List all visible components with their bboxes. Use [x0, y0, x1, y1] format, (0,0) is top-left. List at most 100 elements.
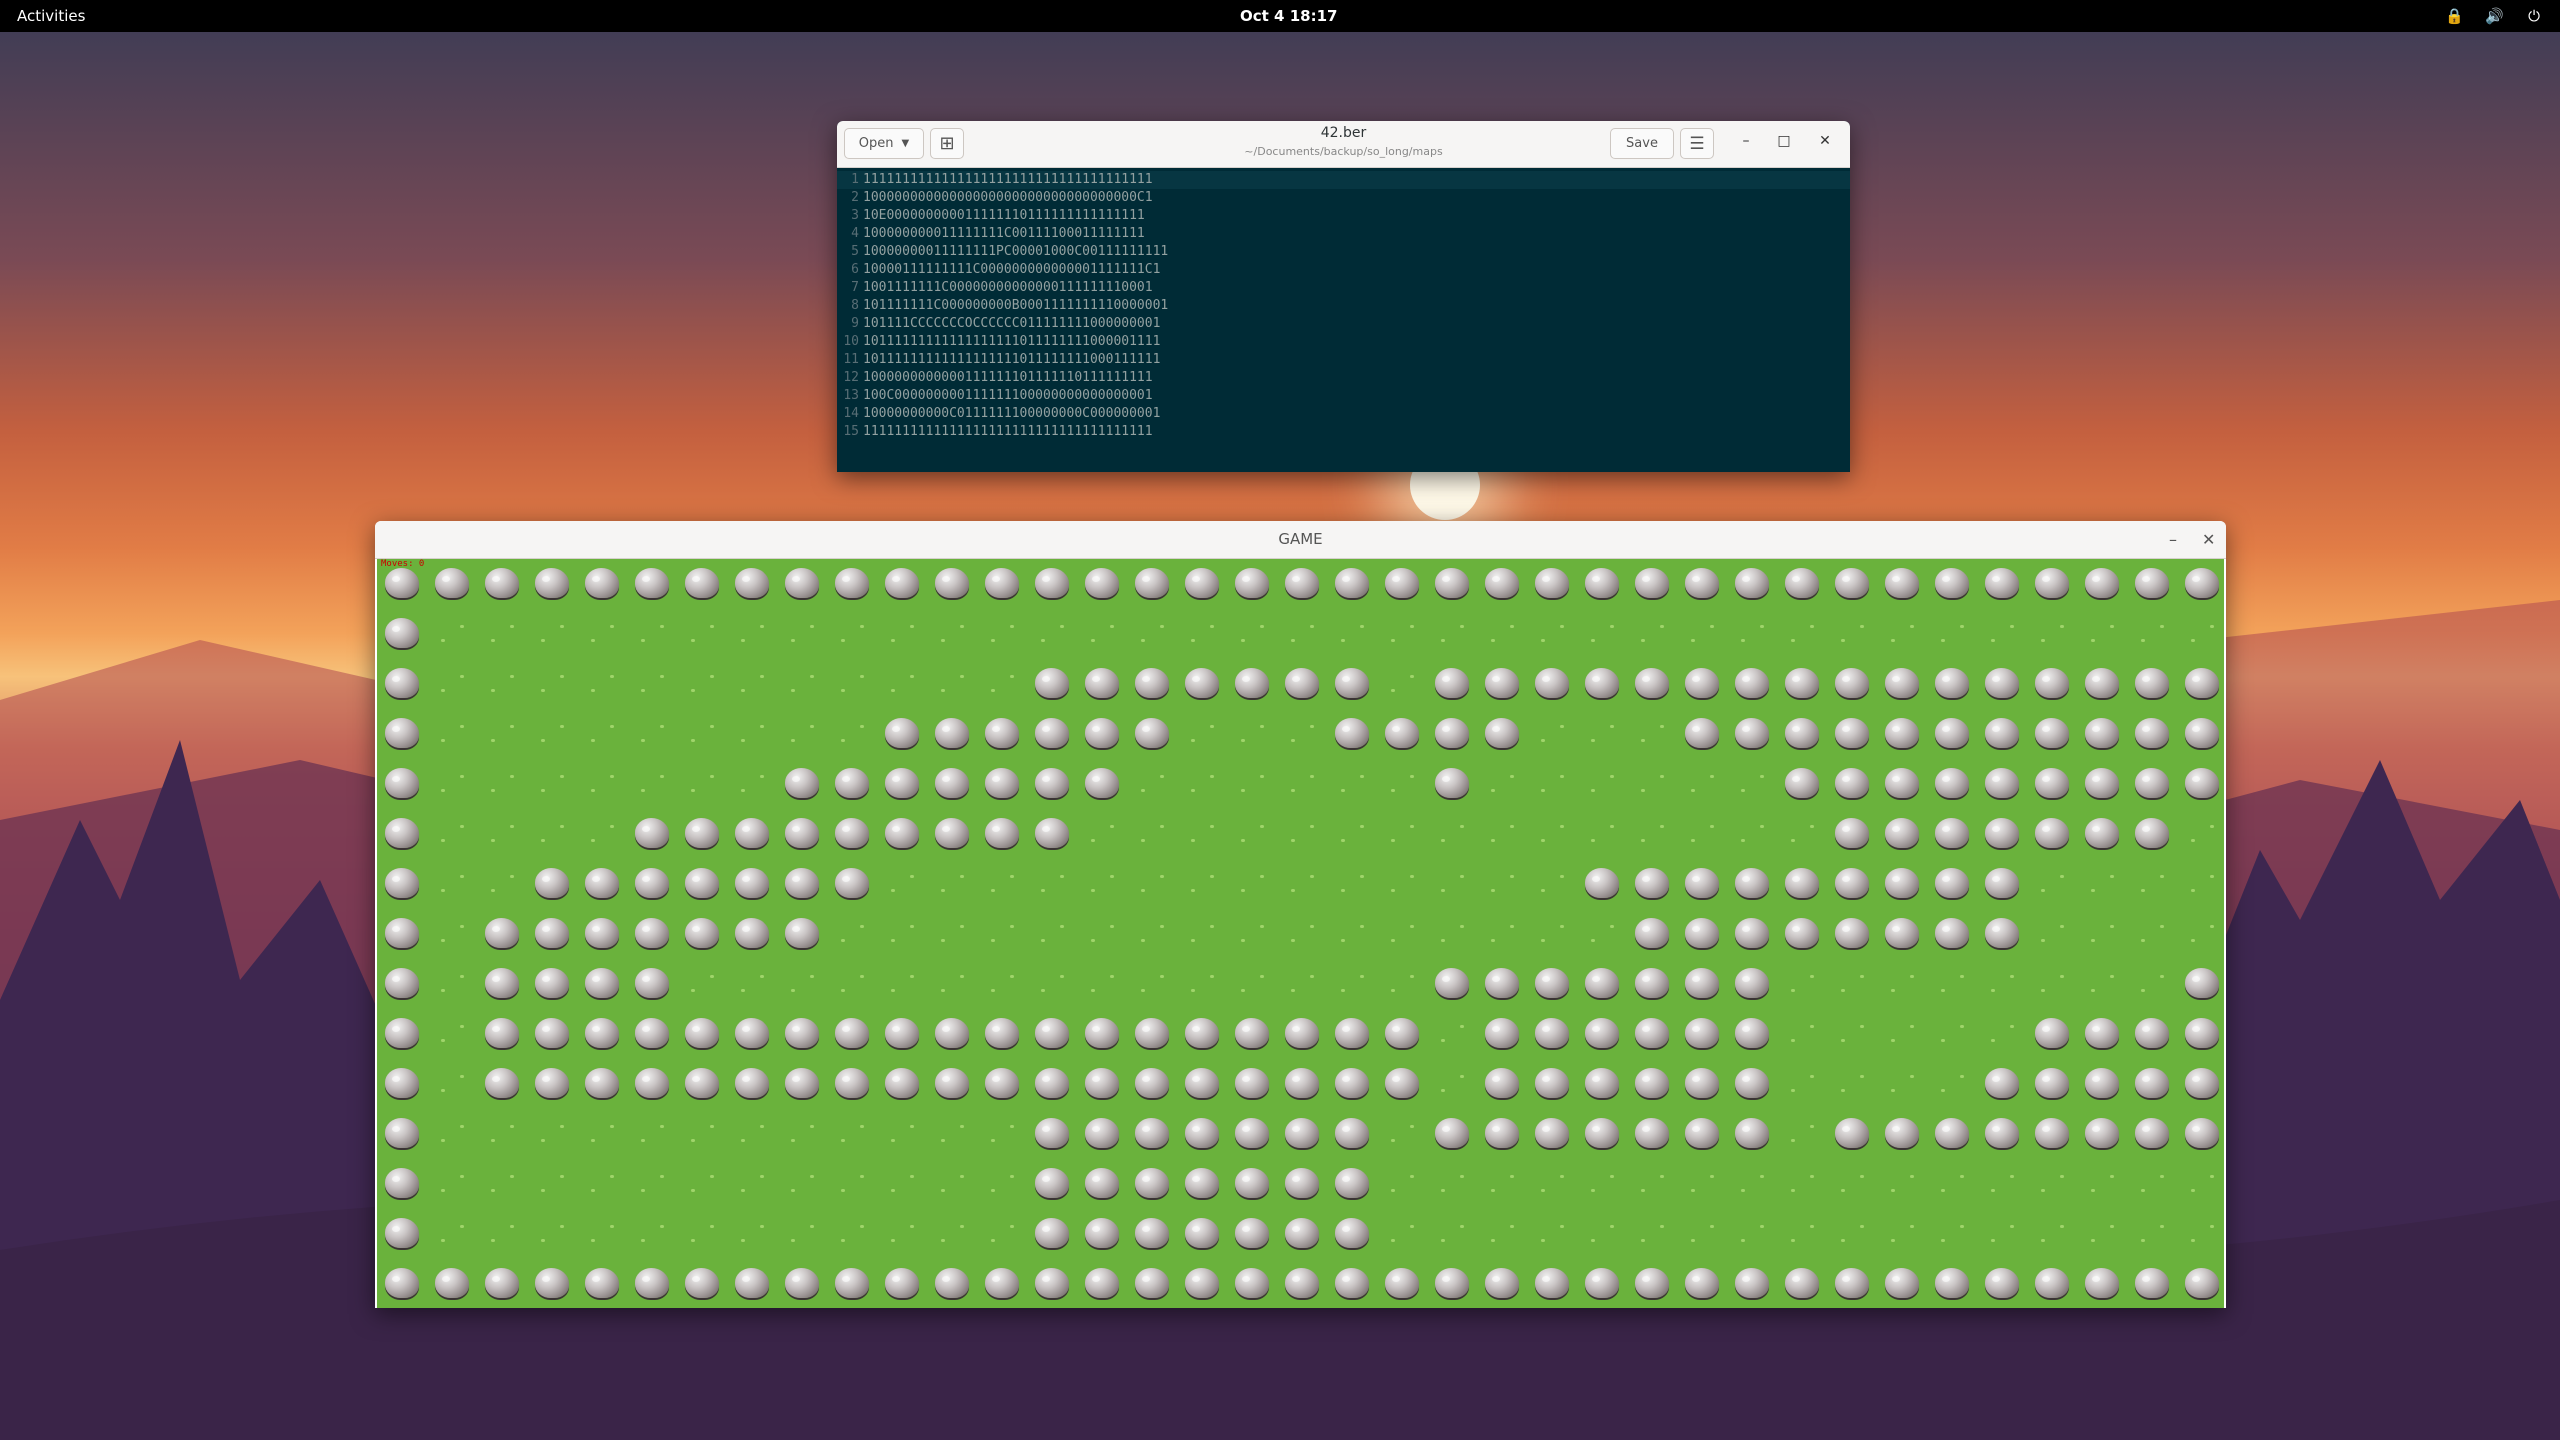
- grass-tile: [1727, 1159, 1777, 1209]
- grass-tile: [1027, 909, 1077, 959]
- grass-tile: [2127, 609, 2177, 659]
- hamburger-menu-button[interactable]: ☰: [1680, 128, 1714, 159]
- grass-tile: [2127, 859, 2177, 909]
- rock-tile: [1227, 1109, 1277, 1159]
- grass-tile: [427, 1109, 477, 1159]
- rock-tile: [1627, 959, 1677, 1009]
- grass-tile: [477, 709, 527, 759]
- grass-tile: [977, 859, 1027, 909]
- game-map[interactable]: Moves: 0: [377, 559, 2224, 1308]
- rock-tile: [1077, 1259, 1127, 1308]
- rock-tile: [927, 709, 977, 759]
- rock-tile: [2077, 709, 2127, 759]
- grass-tile: [1277, 809, 1327, 859]
- rock-tile: [627, 809, 677, 859]
- rock-tile: [1577, 1109, 1627, 1159]
- grass-tile: [1377, 1109, 1427, 1159]
- grass-tile: [1777, 1109, 1827, 1159]
- rock-tile: [1677, 909, 1727, 959]
- grass-tile: [1777, 1159, 1827, 1209]
- rock-tile: [527, 559, 577, 609]
- rock-tile: [1327, 659, 1377, 709]
- line-number: 6: [851, 262, 859, 277]
- grass-tile: [577, 659, 627, 709]
- rock-tile: [2127, 759, 2177, 809]
- grass-tile: [727, 759, 777, 809]
- grass-tile: [577, 809, 627, 859]
- grass-tile: [1227, 759, 1277, 809]
- rock-tile: [1027, 1159, 1077, 1209]
- game-minimize-button[interactable]: –: [2169, 530, 2177, 549]
- rock-tile: [1727, 1109, 1777, 1159]
- grass-tile: [1327, 809, 1377, 859]
- close-button[interactable]: ✕: [1815, 133, 1835, 149]
- rock-tile: [377, 709, 427, 759]
- rock-tile: [1727, 959, 1777, 1009]
- grass-tile: [1377, 759, 1427, 809]
- grass-tile: [727, 609, 777, 659]
- rock-tile: [1977, 809, 2027, 859]
- rock-tile: [1077, 1059, 1127, 1109]
- rock-tile: [1877, 809, 1927, 859]
- rock-tile: [1127, 1209, 1177, 1259]
- rock-tile: [1277, 659, 1327, 709]
- grass-tile: [527, 809, 577, 859]
- grass-tile: [1927, 959, 1977, 1009]
- rock-tile: [1927, 809, 1977, 859]
- rock-tile: [1627, 909, 1677, 959]
- rock-tile: [1727, 1009, 1777, 1059]
- minimize-button[interactable]: –: [1736, 133, 1756, 149]
- grass-tile: [777, 1109, 827, 1159]
- rock-tile: [1777, 559, 1827, 609]
- grass-tile: [527, 1109, 577, 1159]
- rock-tile: [927, 1059, 977, 1109]
- rock-tile: [1227, 1259, 1277, 1308]
- rock-tile: [577, 1009, 627, 1059]
- grass-tile: [1927, 1059, 1977, 1109]
- rock-tile: [527, 909, 577, 959]
- grass-tile: [827, 1109, 877, 1159]
- text-editor-window[interactable]: Open ▼ ⊞ 42.ber ~/Documents/backup/so_lo…: [837, 121, 1850, 472]
- grass-tile: [777, 609, 827, 659]
- rock-tile: [727, 1009, 777, 1059]
- grass-tile: [1477, 1209, 1527, 1259]
- grass-tile: [1827, 959, 1877, 1009]
- game-window[interactable]: GAME – ✕ Moves: 0: [375, 521, 2226, 1308]
- rock-tile: [527, 959, 577, 1009]
- grass-tile: [1577, 709, 1627, 759]
- rock-tile: [1127, 1059, 1177, 1109]
- maximize-button[interactable]: □: [1774, 133, 1794, 149]
- rock-tile: [1127, 1109, 1177, 1159]
- save-button[interactable]: Save: [1610, 128, 1674, 159]
- rock-tile: [1477, 1009, 1527, 1059]
- rock-tile: [977, 759, 1027, 809]
- rock-tile: [727, 859, 777, 909]
- rock-tile: [1727, 709, 1777, 759]
- editor-text-area[interactable]: 1 2 3 4 5 6 7 8 9 10 11 12 13 14 15 111111111111111111…: [837, 167, 1850, 472]
- rock-tile: [877, 559, 927, 609]
- rock-tile: [1377, 1059, 1427, 1109]
- rock-tile: [1477, 1109, 1527, 1159]
- rock-tile: [1877, 659, 1927, 709]
- grass-tile: [1727, 809, 1777, 859]
- rock-tile: [2177, 1109, 2224, 1159]
- rock-tile: [377, 559, 427, 609]
- grass-tile: [777, 659, 827, 709]
- grass-tile: [1427, 1159, 1477, 1209]
- code-line: 10000000000000000000000000000000000C1: [863, 190, 1153, 205]
- rock-tile: [627, 909, 677, 959]
- rock-tile: [1027, 709, 1077, 759]
- apple-collectible: [927, 959, 977, 1009]
- rock-tile: [1027, 1009, 1077, 1059]
- grass-tile: [727, 659, 777, 709]
- rock-tile: [1027, 1109, 1077, 1159]
- rock-tile: [1277, 1209, 1327, 1259]
- rock-tile: [777, 1259, 827, 1308]
- rock-tile: [827, 1009, 877, 1059]
- rock-tile: [1627, 1059, 1677, 1109]
- code-lines[interactable]: 1111111111111111111111111111111111111 100…: [863, 171, 1168, 441]
- rock-tile: [1727, 859, 1777, 909]
- game-close-button[interactable]: ✕: [2202, 530, 2215, 549]
- apple-collectible: [677, 959, 727, 1009]
- rock-tile: [1677, 1259, 1727, 1308]
